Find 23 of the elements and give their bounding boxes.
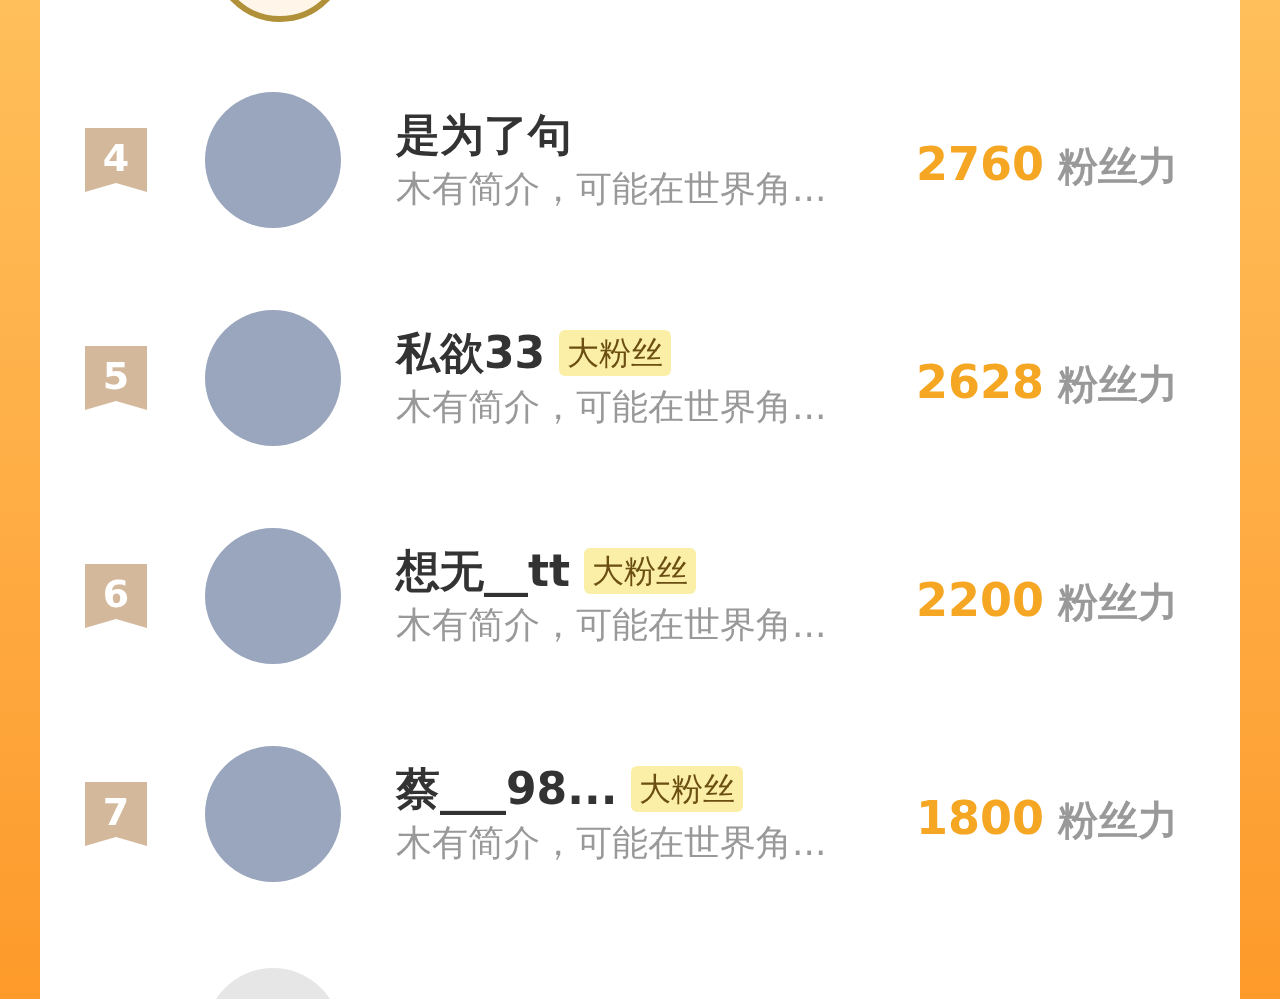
score-unit: 粉丝力 [1058,141,1179,191]
rank-ribbon: 5 [85,346,147,410]
user-name[interactable]: 是为了句 [396,107,572,163]
rank-ribbon: 4 [85,128,147,192]
user-name[interactable]: 蔡___98... [396,761,618,817]
user-intro: 木有简介，可能在世界角... [396,385,828,429]
rank-ribbon: 7 [85,782,147,846]
fan-level-badge: 大粉丝 [631,766,744,812]
fan-level-badge: 大粉丝 [559,330,672,376]
fan-score: 2760 [916,135,1045,193]
score-unit: 粉丝力 [1058,577,1179,627]
fan-score: 2628 [916,353,1045,411]
rank-ribbon: 6 [85,564,147,628]
score-unit: 粉丝力 [1058,795,1179,845]
score-unit: 粉丝力 [1058,359,1179,409]
user-name[interactable]: 私欲33 [396,325,546,381]
user-intro: 木有简介，可能在世界角... [396,603,828,647]
fan-score: 1800 [916,789,1045,847]
user-name[interactable]: 想无__tt [396,543,571,599]
user-intro: 木有简介，可能在世界角... [396,821,828,865]
fan-score: 2200 [916,571,1045,629]
fan-level-badge: 大粉丝 [584,548,697,594]
user-intro: 木有简介，可能在世界角... [396,167,828,211]
